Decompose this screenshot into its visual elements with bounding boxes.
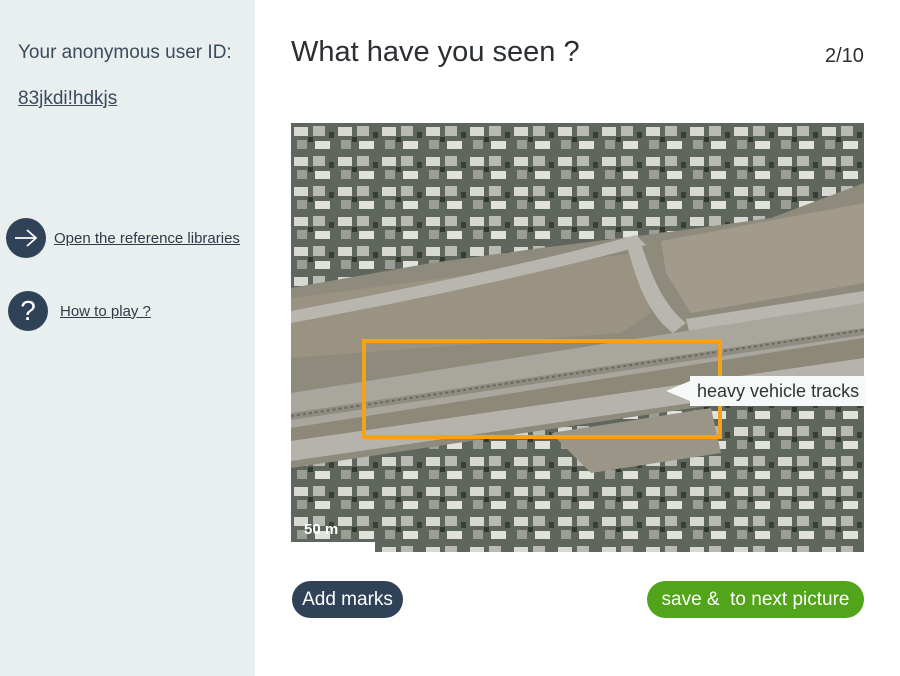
user-id-label: Your anonymous user ID: xyxy=(18,42,232,63)
reference-libraries-label[interactable]: Open the reference libraries xyxy=(54,230,240,247)
svg-text:?: ? xyxy=(20,297,36,325)
question-icon: ? xyxy=(8,291,48,331)
user-id-value[interactable]: 83jkdi!hdkjs xyxy=(18,88,117,110)
progress-counter: 2/10 xyxy=(825,45,864,67)
scale-bar xyxy=(291,542,375,552)
add-marks-button[interactable]: Add marks xyxy=(292,581,403,618)
annotation-pointer xyxy=(666,381,690,401)
how-to-play-label[interactable]: How to play ? xyxy=(60,303,151,320)
reference-libraries-link[interactable]: Open the reference libraries xyxy=(6,218,240,258)
page-title: What have you seen ? xyxy=(291,36,580,68)
satellite-image[interactable] xyxy=(291,123,864,552)
save-next-button[interactable]: save & to next picture xyxy=(647,581,864,618)
sidebar: Your anonymous user ID: 83jkdi!hdkjs Ope… xyxy=(0,0,255,676)
how-to-play-link[interactable]: ? How to play ? xyxy=(8,291,151,331)
satellite-image-art xyxy=(291,123,864,552)
annotation-label[interactable]: heavy vehicle tracks xyxy=(690,376,867,406)
scale-label: 50 m xyxy=(304,521,339,538)
arrow-right-icon xyxy=(6,218,46,258)
